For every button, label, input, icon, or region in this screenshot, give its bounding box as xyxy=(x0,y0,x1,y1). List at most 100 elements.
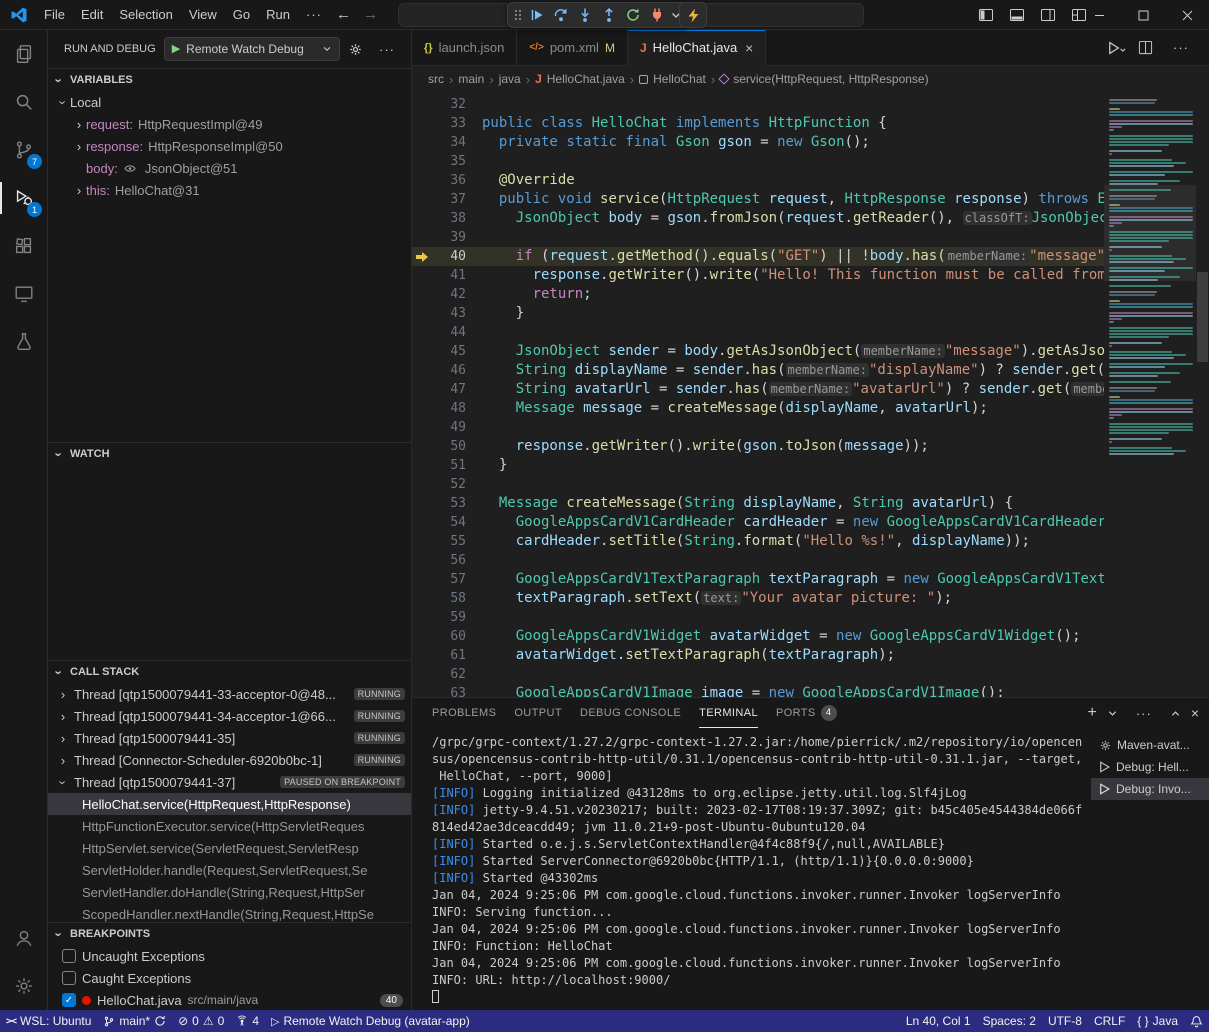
code-line-60[interactable]: 60 GoogleAppsCardV1Widget avatarWidget =… xyxy=(412,627,1104,646)
code-line-58[interactable]: 58 textParagraph.setText(text:"Your avat… xyxy=(412,589,1104,608)
quick-debug-lightning-icon[interactable] xyxy=(679,2,707,28)
code-line-38[interactable]: 38 JsonObject body = gson.fromJson(reque… xyxy=(412,209,1104,228)
line-number[interactable]: 60 xyxy=(432,627,466,646)
line-number[interactable]: 55 xyxy=(432,532,466,551)
line-number[interactable]: 63 xyxy=(432,684,466,697)
stack-thread[interactable]: ›Thread [qtp1500079441-34-acceptor-1@66.… xyxy=(48,705,411,727)
menu-go[interactable]: Go xyxy=(225,0,258,30)
line-number[interactable]: 34 xyxy=(432,133,466,152)
glyph-margin[interactable] xyxy=(412,570,432,589)
code-line-43[interactable]: 43 } xyxy=(412,304,1104,323)
glyph-margin[interactable] xyxy=(412,133,432,152)
line-number[interactable]: 33 xyxy=(432,114,466,133)
notifications[interactable] xyxy=(1184,1010,1209,1032)
activity-explorer[interactable] xyxy=(0,30,47,78)
code-line-57[interactable]: 57 GoogleAppsCardV1TextParagraph textPar… xyxy=(412,570,1104,589)
breakpoints-header[interactable]: › BREAKPOINTS xyxy=(48,923,411,945)
menu-file[interactable]: File xyxy=(36,0,73,30)
breadcrumb-java[interactable]: java xyxy=(499,72,521,86)
debug-step-into-icon[interactable] xyxy=(574,5,595,26)
editor-scrollbar[interactable] xyxy=(1196,92,1209,697)
line-number[interactable]: 35 xyxy=(432,152,466,171)
code-line-54[interactable]: 54 GoogleAppsCardV1CardHeader cardHeader… xyxy=(412,513,1104,532)
line-number[interactable]: 39 xyxy=(432,228,466,247)
start-debug-icon[interactable]: ▶ xyxy=(172,44,180,55)
code-line-36[interactable]: 36 @Override xyxy=(412,171,1104,190)
call-stack-header[interactable]: › CALL STACK xyxy=(48,661,411,683)
indentation[interactable]: Spaces: 2 xyxy=(977,1010,1042,1032)
toolbar-drag-grip-icon[interactable] xyxy=(513,7,523,23)
sidebar-more-actions-icon[interactable]: ··· xyxy=(371,42,403,57)
line-number[interactable]: 36 xyxy=(432,171,466,190)
menu-edit[interactable]: Edit xyxy=(73,0,111,30)
stack-frame[interactable]: ScopedHandler.nextHandle(String,Request,… xyxy=(48,903,411,922)
code-line-50[interactable]: 50 response.getWriter().write(gson.toJso… xyxy=(412,437,1104,456)
glyph-margin[interactable] xyxy=(412,608,432,627)
line-number[interactable]: 46 xyxy=(432,361,466,380)
line-number[interactable]: 52 xyxy=(432,475,466,494)
code-line-49[interactable]: 49 xyxy=(412,418,1104,437)
maximize-panel-icon[interactable] xyxy=(1170,708,1181,719)
glyph-margin[interactable] xyxy=(412,684,432,697)
debug-config-dropdown[interactable]: ▶ Remote Watch Debug xyxy=(164,37,340,61)
new-terminal-icon[interactable]: + xyxy=(1087,704,1096,722)
maximize-icon[interactable] xyxy=(1121,0,1165,30)
breadcrumb-file[interactable]: HelloChat.java xyxy=(547,72,625,86)
menu-selection[interactable]: Selection xyxy=(111,0,180,30)
line-number[interactable]: 54 xyxy=(432,513,466,532)
code-line-42[interactable]: 42 return; xyxy=(412,285,1104,304)
glyph-margin[interactable] xyxy=(412,665,432,684)
menu-run[interactable]: Run xyxy=(258,0,298,30)
variables-header[interactable]: › VARIABLES xyxy=(48,69,411,91)
glyph-margin[interactable] xyxy=(412,399,432,418)
line-number[interactable]: 37 xyxy=(432,190,466,209)
tab-debug-console[interactable]: DEBUG CONSOLE xyxy=(580,698,681,728)
tab-problems[interactable]: PROBLEMS xyxy=(432,698,496,728)
variable-row[interactable]: ›response:HttpResponseImpl@50 xyxy=(48,135,411,157)
breadcrumb-src[interactable]: src xyxy=(428,72,444,86)
line-number[interactable]: 53 xyxy=(432,494,466,513)
glyph-margin[interactable] xyxy=(412,532,432,551)
split-editor-icon[interactable] xyxy=(1138,40,1153,55)
line-number[interactable]: 51 xyxy=(432,456,466,475)
editor-more-actions-icon[interactable]: ··· xyxy=(1165,40,1197,55)
line-number[interactable]: 48 xyxy=(432,399,466,418)
code-line-39[interactable]: 39 xyxy=(412,228,1104,247)
line-number[interactable]: 57 xyxy=(432,570,466,589)
line-number[interactable]: 61 xyxy=(432,646,466,665)
code-line-44[interactable]: 44 xyxy=(412,323,1104,342)
code-line-46[interactable]: 46 String displayName = sender.has(membe… xyxy=(412,361,1104,380)
problems-status[interactable]: ⊘ 0 ⚠ 0 xyxy=(172,1010,230,1032)
glyph-margin[interactable] xyxy=(412,342,432,361)
terminal-output[interactable]: /grpc/grpc-context/1.27.2/grpc-context-1… xyxy=(412,728,1091,1010)
glyph-margin[interactable] xyxy=(412,285,432,304)
glyph-margin[interactable] xyxy=(412,95,432,114)
line-number[interactable]: 42 xyxy=(432,285,466,304)
stack-frame[interactable]: ServletHandler.doHandle(String,Request,H… xyxy=(48,881,411,903)
code-line-59[interactable]: 59 xyxy=(412,608,1104,627)
close-panel-icon[interactable]: × xyxy=(1191,705,1199,721)
stack-thread[interactable]: ›Thread [qtp1500079441-33-acceptor-0@48.… xyxy=(48,683,411,705)
menu-view[interactable]: View xyxy=(181,0,225,30)
forwarded-ports-status[interactable]: 4 xyxy=(230,1010,265,1032)
stack-frame[interactable]: HelloChat.service(HttpRequest,HttpRespon… xyxy=(48,793,411,815)
code-line-63[interactable]: 63 GoogleAppsCardV1Image image = new Goo… xyxy=(412,684,1104,697)
line-number[interactable]: 49 xyxy=(432,418,466,437)
glyph-margin[interactable] xyxy=(412,551,432,570)
glyph-margin[interactable] xyxy=(412,190,432,209)
code-line-40[interactable]: 40 if (request.getMethod().equals("GET")… xyxy=(412,247,1104,266)
terminal-item-maven[interactable]: Maven-avat... xyxy=(1091,734,1209,756)
code-line-55[interactable]: 55 cardHeader.setTitle(String.format("He… xyxy=(412,532,1104,551)
tab-ports[interactable]: PORTS 4 xyxy=(776,698,837,728)
line-number[interactable]: 50 xyxy=(432,437,466,456)
glyph-margin[interactable] xyxy=(412,494,432,513)
terminal-item-debug-hello[interactable]: Debug: Hell... xyxy=(1091,756,1209,778)
line-number[interactable]: 32 xyxy=(432,95,466,114)
code-line-35[interactable]: 35 xyxy=(412,152,1104,171)
variable-row[interactable]: ›this:HelloChat@31 xyxy=(48,179,411,201)
breadcrumb-class[interactable]: HelloChat xyxy=(653,72,706,86)
activity-remote-explorer[interactable] xyxy=(0,270,47,318)
breakpoint-checkbox[interactable] xyxy=(62,949,76,963)
stack-frame[interactable]: HttpServlet.service(ServletRequest,Servl… xyxy=(48,837,411,859)
code-line-61[interactable]: 61 avatarWidget.setTextParagraph(textPar… xyxy=(412,646,1104,665)
